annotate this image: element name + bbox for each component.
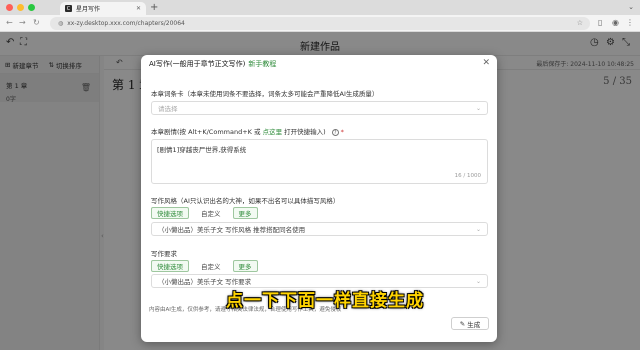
- more-menu-icon[interactable]: ⋮: [626, 18, 634, 27]
- chevron-down-icon: ⌄: [475, 277, 481, 285]
- style-custom-button[interactable]: 自定义: [195, 207, 227, 219]
- video-caption: 点一下下面一样直接生成: [226, 291, 424, 311]
- tab-title: 星月写作: [76, 6, 101, 13]
- style-value: （小懒出品）美乐子文 写作风格 推荐搭配同名使用: [158, 226, 306, 234]
- back-arrow-icon[interactable]: ←: [6, 18, 13, 27]
- new-tab-button[interactable]: +: [150, 2, 158, 13]
- plot-label-suffix: 打开快捷输入): [282, 128, 326, 136]
- requirement-buttons: 快捷选项 自定义 更多: [151, 260, 258, 272]
- cards-select[interactable]: 请选择 ⌄: [151, 101, 488, 115]
- req-quick-option-button[interactable]: 快捷选项: [151, 260, 189, 272]
- help-icon[interactable]: ?: [331, 129, 339, 136]
- maximize-window-button[interactable]: [28, 4, 35, 11]
- style-buttons: 快捷选项 自定义 更多: [151, 207, 258, 219]
- req-more-button[interactable]: 更多: [232, 260, 258, 272]
- plot-label-prefix: 本章剧情(按 Alt+K/Command+K 或: [151, 128, 263, 136]
- tab-list-chevron-icon[interactable]: ⌄: [628, 3, 634, 11]
- plot-text: [剧情1]穿越丧尸世界,获得系统: [157, 146, 247, 154]
- bookmark-star-icon[interactable]: ☆: [577, 19, 583, 27]
- plot-label: 本章剧情(按 Alt+K/Command+K 或 点这里 打开快捷输入)? *: [151, 126, 344, 136]
- chevron-down-icon: ⌄: [475, 104, 481, 112]
- generate-label: 生成: [467, 320, 481, 329]
- url-text: xx-zy.desktop.xxx.com/chapters/20064: [67, 20, 185, 27]
- site-info-icon[interactable]: ◍: [58, 20, 63, 27]
- url-bar[interactable]: ◍ xx-zy.desktop.xxx.com/chapters/20064 ☆: [50, 17, 590, 30]
- profile-icon[interactable]: ◉: [612, 18, 619, 27]
- minimize-window-button[interactable]: [17, 4, 24, 11]
- style-more-button[interactable]: 更多: [232, 207, 258, 219]
- generate-button[interactable]: ✎ 生成: [451, 317, 489, 330]
- beginner-guide-link[interactable]: 新手教程: [248, 60, 276, 68]
- cards-placeholder: 请选择: [158, 105, 178, 113]
- quick-input-link[interactable]: 点这里: [263, 128, 283, 136]
- close-icon[interactable]: ✕: [482, 58, 490, 68]
- style-label: 写作风格（AI只认识出名的大神，如果不出名可以具体描写风格）: [151, 197, 340, 205]
- style-quick-option-button[interactable]: 快捷选项: [151, 207, 189, 219]
- style-select[interactable]: （小懒出品）美乐子文 写作风格 推荐搭配同名使用 ⌄: [151, 222, 488, 236]
- tab-close-icon[interactable]: ✕: [136, 5, 141, 12]
- cards-label: 本章词条卡（本章未使用词条不要选择，词条太多可能会严重降低AI生成质量）: [151, 90, 379, 98]
- plot-char-counter: 16 / 1000: [454, 173, 481, 179]
- requirement-label: 写作要求: [151, 250, 177, 258]
- req-custom-button[interactable]: 自定义: [195, 260, 227, 272]
- browser-tab[interactable]: C 星月写作 ✕: [60, 2, 146, 15]
- magic-pen-icon: ✎: [459, 319, 466, 328]
- site-favicon-icon: C: [65, 5, 72, 12]
- browser-tabstrip: C 星月写作 ✕ + ⌄: [0, 0, 640, 15]
- plot-textarea[interactable]: [剧情1]穿越丧尸世界,获得系统 16 / 1000: [151, 139, 488, 184]
- required-mark: *: [340, 128, 344, 136]
- sidebar-panel-icon[interactable]: ▯: [598, 18, 602, 27]
- close-window-button[interactable]: [6, 4, 13, 11]
- browser-address-row: ← → ↻ ◍ xx-zy.desktop.xxx.com/chapters/2…: [0, 15, 640, 32]
- chevron-down-icon: ⌄: [475, 225, 481, 233]
- requirement-value: （小懒出品）美乐子文 写作要求: [158, 278, 252, 286]
- reload-icon[interactable]: ↻: [33, 18, 40, 27]
- dialog-title-text: AI写作(一般用于章节正文写作): [149, 60, 246, 68]
- dialog-title: AI写作(一般用于章节正文写作) 新手教程: [149, 59, 276, 69]
- forward-arrow-icon[interactable]: →: [19, 18, 26, 27]
